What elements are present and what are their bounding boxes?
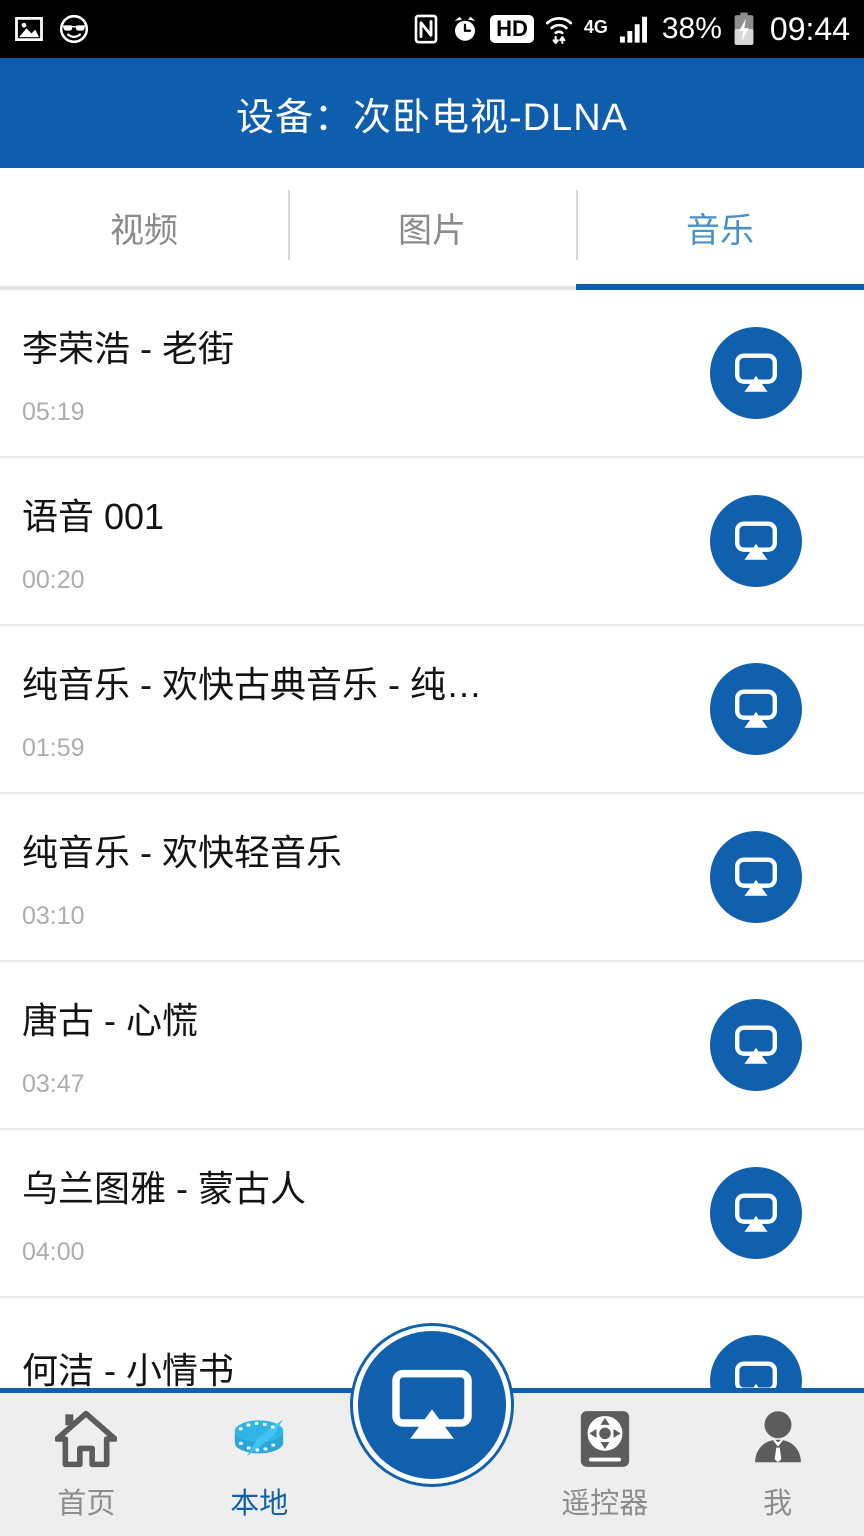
- cast-icon[interactable]: [710, 495, 802, 587]
- nav-item-home[interactable]: 首页: [0, 1393, 173, 1536]
- list-item[interactable]: 唐古 - 心慌 03:47: [0, 962, 864, 1130]
- song-duration: 00:20: [22, 565, 85, 594]
- song-duration: 05:19: [22, 397, 85, 426]
- alarm-clock-icon: [450, 14, 480, 44]
- song-title: 李荣浩 - 老街: [22, 327, 234, 369]
- song-title: 唐古 - 心慌: [22, 999, 198, 1041]
- gallery-icon: [14, 14, 44, 44]
- tab-pictures[interactable]: 图片: [288, 168, 576, 286]
- status-bar-right-icons: HD 4G 38% 09:44: [412, 11, 850, 48]
- cast-icon[interactable]: [710, 1167, 802, 1259]
- song-duration: 03:10: [22, 901, 85, 930]
- song-duration: 04:00: [22, 1237, 85, 1266]
- signal-bars-icon: [618, 14, 652, 44]
- cast-icon[interactable]: [710, 831, 802, 923]
- status-bar-clock: 09:44: [769, 10, 850, 47]
- cast-icon[interactable]: [710, 999, 802, 1091]
- tab-pictures-label: 图片: [398, 211, 466, 250]
- sunglasses-smiley-icon: [58, 13, 90, 45]
- song-meta: 语音 001 00:20: [22, 488, 710, 595]
- cast-icon: [384, 1355, 480, 1456]
- song-title: 纯音乐 - 欢快古典音乐 - 纯…: [22, 663, 482, 705]
- user-profile-icon: [749, 1408, 807, 1470]
- nav-item-local[interactable]: 本地: [173, 1393, 346, 1536]
- status-bar: HD 4G 38% 09:44: [0, 0, 864, 58]
- music-list[interactable]: 李荣浩 - 老街 05:19 语音 001 00:20 纯音乐 - 欢快古典音乐…: [0, 290, 864, 1392]
- list-item[interactable]: 纯音乐 - 欢快古典音乐 - 纯… 01:59: [0, 626, 864, 794]
- list-item[interactable]: 语音 001 00:20: [0, 458, 864, 626]
- list-item[interactable]: 乌兰图雅 - 蒙古人 04:00: [0, 1130, 864, 1298]
- network-4g-icon: 4G: [583, 16, 608, 37]
- cast-icon[interactable]: [710, 663, 802, 755]
- song-meta: 唐古 - 心慌 03:47: [22, 992, 710, 1099]
- status-bar-left-icons: [14, 13, 90, 45]
- song-meta: 纯音乐 - 欢快轻音乐 03:10: [22, 824, 710, 931]
- page-title: 设备：次卧电视-DLNA: [235, 96, 629, 139]
- list-item[interactable]: 李荣浩 - 老街 05:19: [0, 290, 864, 458]
- cast-fab-button[interactable]: [353, 1326, 511, 1484]
- nav-item-local-label: 本地: [230, 1487, 289, 1520]
- nav-item-profile-label: 我: [763, 1487, 793, 1520]
- home-icon: [55, 1408, 118, 1470]
- tab-music[interactable]: 音乐: [576, 168, 864, 290]
- song-title: 纯音乐 - 欢快轻音乐: [22, 831, 342, 873]
- battery-percent-label: 38%: [661, 12, 722, 45]
- hd-icon: HD: [490, 15, 534, 43]
- film-strip-icon: [227, 1408, 291, 1470]
- cast-icon[interactable]: [710, 327, 802, 419]
- tab-bar: 视频 图片 音乐: [0, 168, 864, 290]
- nav-item-remote[interactable]: 遥控器: [518, 1393, 691, 1536]
- song-title: 乌兰图雅 - 蒙古人: [22, 1167, 306, 1209]
- song-duration: 01:59: [22, 733, 85, 762]
- nav-item-remote-label: 遥控器: [561, 1487, 649, 1520]
- list-item[interactable]: 纯音乐 - 欢快轻音乐 03:10: [0, 794, 864, 962]
- battery-charging-icon: [732, 12, 756, 46]
- nav-item-home-label: 首页: [57, 1487, 116, 1520]
- nfc-icon: [412, 14, 440, 44]
- tab-video[interactable]: 视频: [0, 168, 288, 286]
- nav-item-profile[interactable]: 我: [691, 1393, 864, 1536]
- cast-icon[interactable]: [710, 1335, 802, 1392]
- tab-music-label: 音乐: [686, 211, 754, 250]
- song-meta: 乌兰图雅 - 蒙古人 04:00: [22, 1160, 710, 1267]
- wifi-icon: [544, 13, 574, 45]
- song-title: 语音 001: [22, 495, 165, 537]
- remote-control-icon: [579, 1408, 631, 1470]
- tab-video-label: 视频: [110, 211, 178, 250]
- song-meta: 李荣浩 - 老街 05:19: [22, 320, 710, 427]
- song-duration: 03:47: [22, 1069, 85, 1098]
- app-header: 设备：次卧电视-DLNA: [0, 58, 864, 168]
- song-meta: 纯音乐 - 欢快古典音乐 - 纯… 01:59: [22, 656, 710, 763]
